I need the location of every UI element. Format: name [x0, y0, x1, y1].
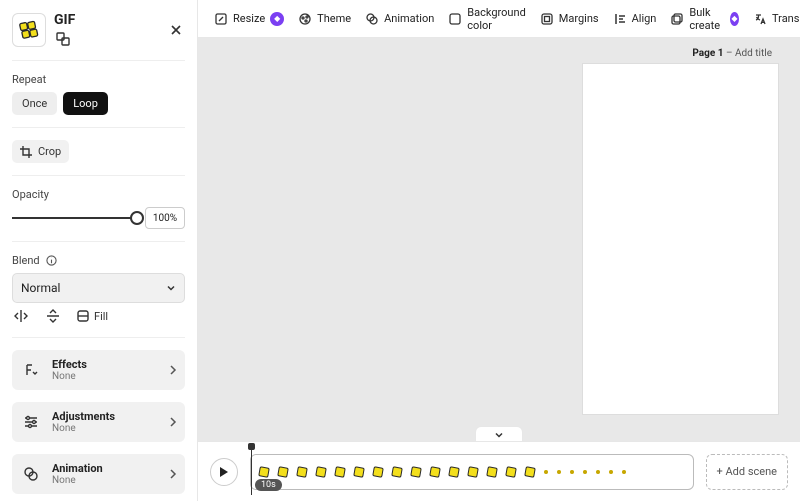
repeat-loop-button[interactable]: Loop [63, 92, 108, 115]
timeline: 10s + Add scene [198, 441, 800, 501]
blend-select[interactable]: Normal [12, 273, 185, 303]
align-icon [613, 12, 627, 26]
chevron-right-icon [169, 469, 177, 479]
opacity-section: Opacity 100% [12, 188, 185, 229]
animation-button[interactable]: Animation [365, 12, 434, 26]
repeat-label: Repeat [12, 73, 185, 86]
align-button[interactable]: Align [613, 12, 657, 26]
effects-row[interactable]: EffectsNone [12, 350, 185, 390]
translate-icon [753, 12, 767, 26]
theme-icon [298, 12, 312, 26]
canvas-area[interactable]: Page 1 – Add title [198, 38, 800, 441]
fill-tool-icon[interactable]: Fill [76, 307, 108, 325]
animation-icon [365, 12, 379, 26]
flip-vertical-icon[interactable] [44, 307, 62, 325]
bulk-create-button[interactable]: Bulk create ◆ [670, 6, 739, 32]
crop-icon [20, 146, 32, 158]
frames-strip[interactable]: 10s [250, 454, 694, 490]
chevron-right-icon [169, 417, 177, 427]
background-icon [448, 12, 462, 26]
play-icon [219, 466, 229, 478]
repeat-section: Repeat Once Loop [12, 73, 185, 115]
resize-button[interactable]: Resize ◆ [214, 12, 284, 26]
chevron-down-icon [166, 283, 176, 293]
play-button[interactable] [210, 458, 238, 486]
opacity-label: Opacity [12, 188, 185, 201]
background-color-button[interactable]: Background color [448, 6, 525, 32]
repeat-once-button[interactable]: Once [12, 92, 57, 115]
premium-icon: ◆ [270, 12, 284, 26]
info-icon[interactable] [46, 255, 57, 266]
close-icon[interactable] [167, 21, 185, 39]
chevron-down-icon [494, 430, 504, 440]
duration-badge: 10s [255, 479, 282, 491]
add-scene-button[interactable]: + Add scene [706, 454, 788, 490]
margins-icon [540, 12, 554, 26]
theme-button[interactable]: Theme [298, 12, 351, 26]
properties-sidebar: GIF Repeat Once Loop Crop [0, 0, 198, 501]
opacity-slider[interactable] [12, 209, 137, 227]
crop-button[interactable]: Crop [12, 140, 69, 163]
panel-title: GIF [54, 12, 75, 28]
effects-icon [20, 359, 42, 381]
flip-horizontal-icon[interactable] [12, 307, 30, 325]
playhead[interactable] [251, 443, 252, 495]
asset-thumbnail [12, 13, 46, 47]
translate-button[interactable]: Translate NEW [753, 12, 800, 26]
margins-button[interactable]: Margins [540, 12, 599, 26]
top-toolbar: Resize ◆ Theme Animation Background colo… [198, 0, 800, 38]
animation-row[interactable]: AnimationNone [12, 454, 185, 494]
resize-icon [214, 12, 228, 26]
chevron-right-icon [169, 365, 177, 375]
page-label[interactable]: Page 1 – Add title [692, 48, 772, 59]
gif-frames-icon[interactable] [54, 30, 72, 48]
collapse-timeline-button[interactable] [475, 426, 523, 441]
adjustments-row[interactable]: AdjustmentsNone [12, 402, 185, 442]
animation-icon [20, 463, 42, 485]
blend-label: Blend [12, 254, 40, 267]
bulk-icon [670, 12, 684, 26]
blend-section: Blend Normal Fill [12, 254, 185, 325]
opacity-value[interactable]: 100% [145, 207, 185, 229]
adjustments-icon [20, 411, 42, 433]
page-canvas[interactable] [583, 64, 778, 414]
premium-icon: ◆ [730, 12, 739, 26]
